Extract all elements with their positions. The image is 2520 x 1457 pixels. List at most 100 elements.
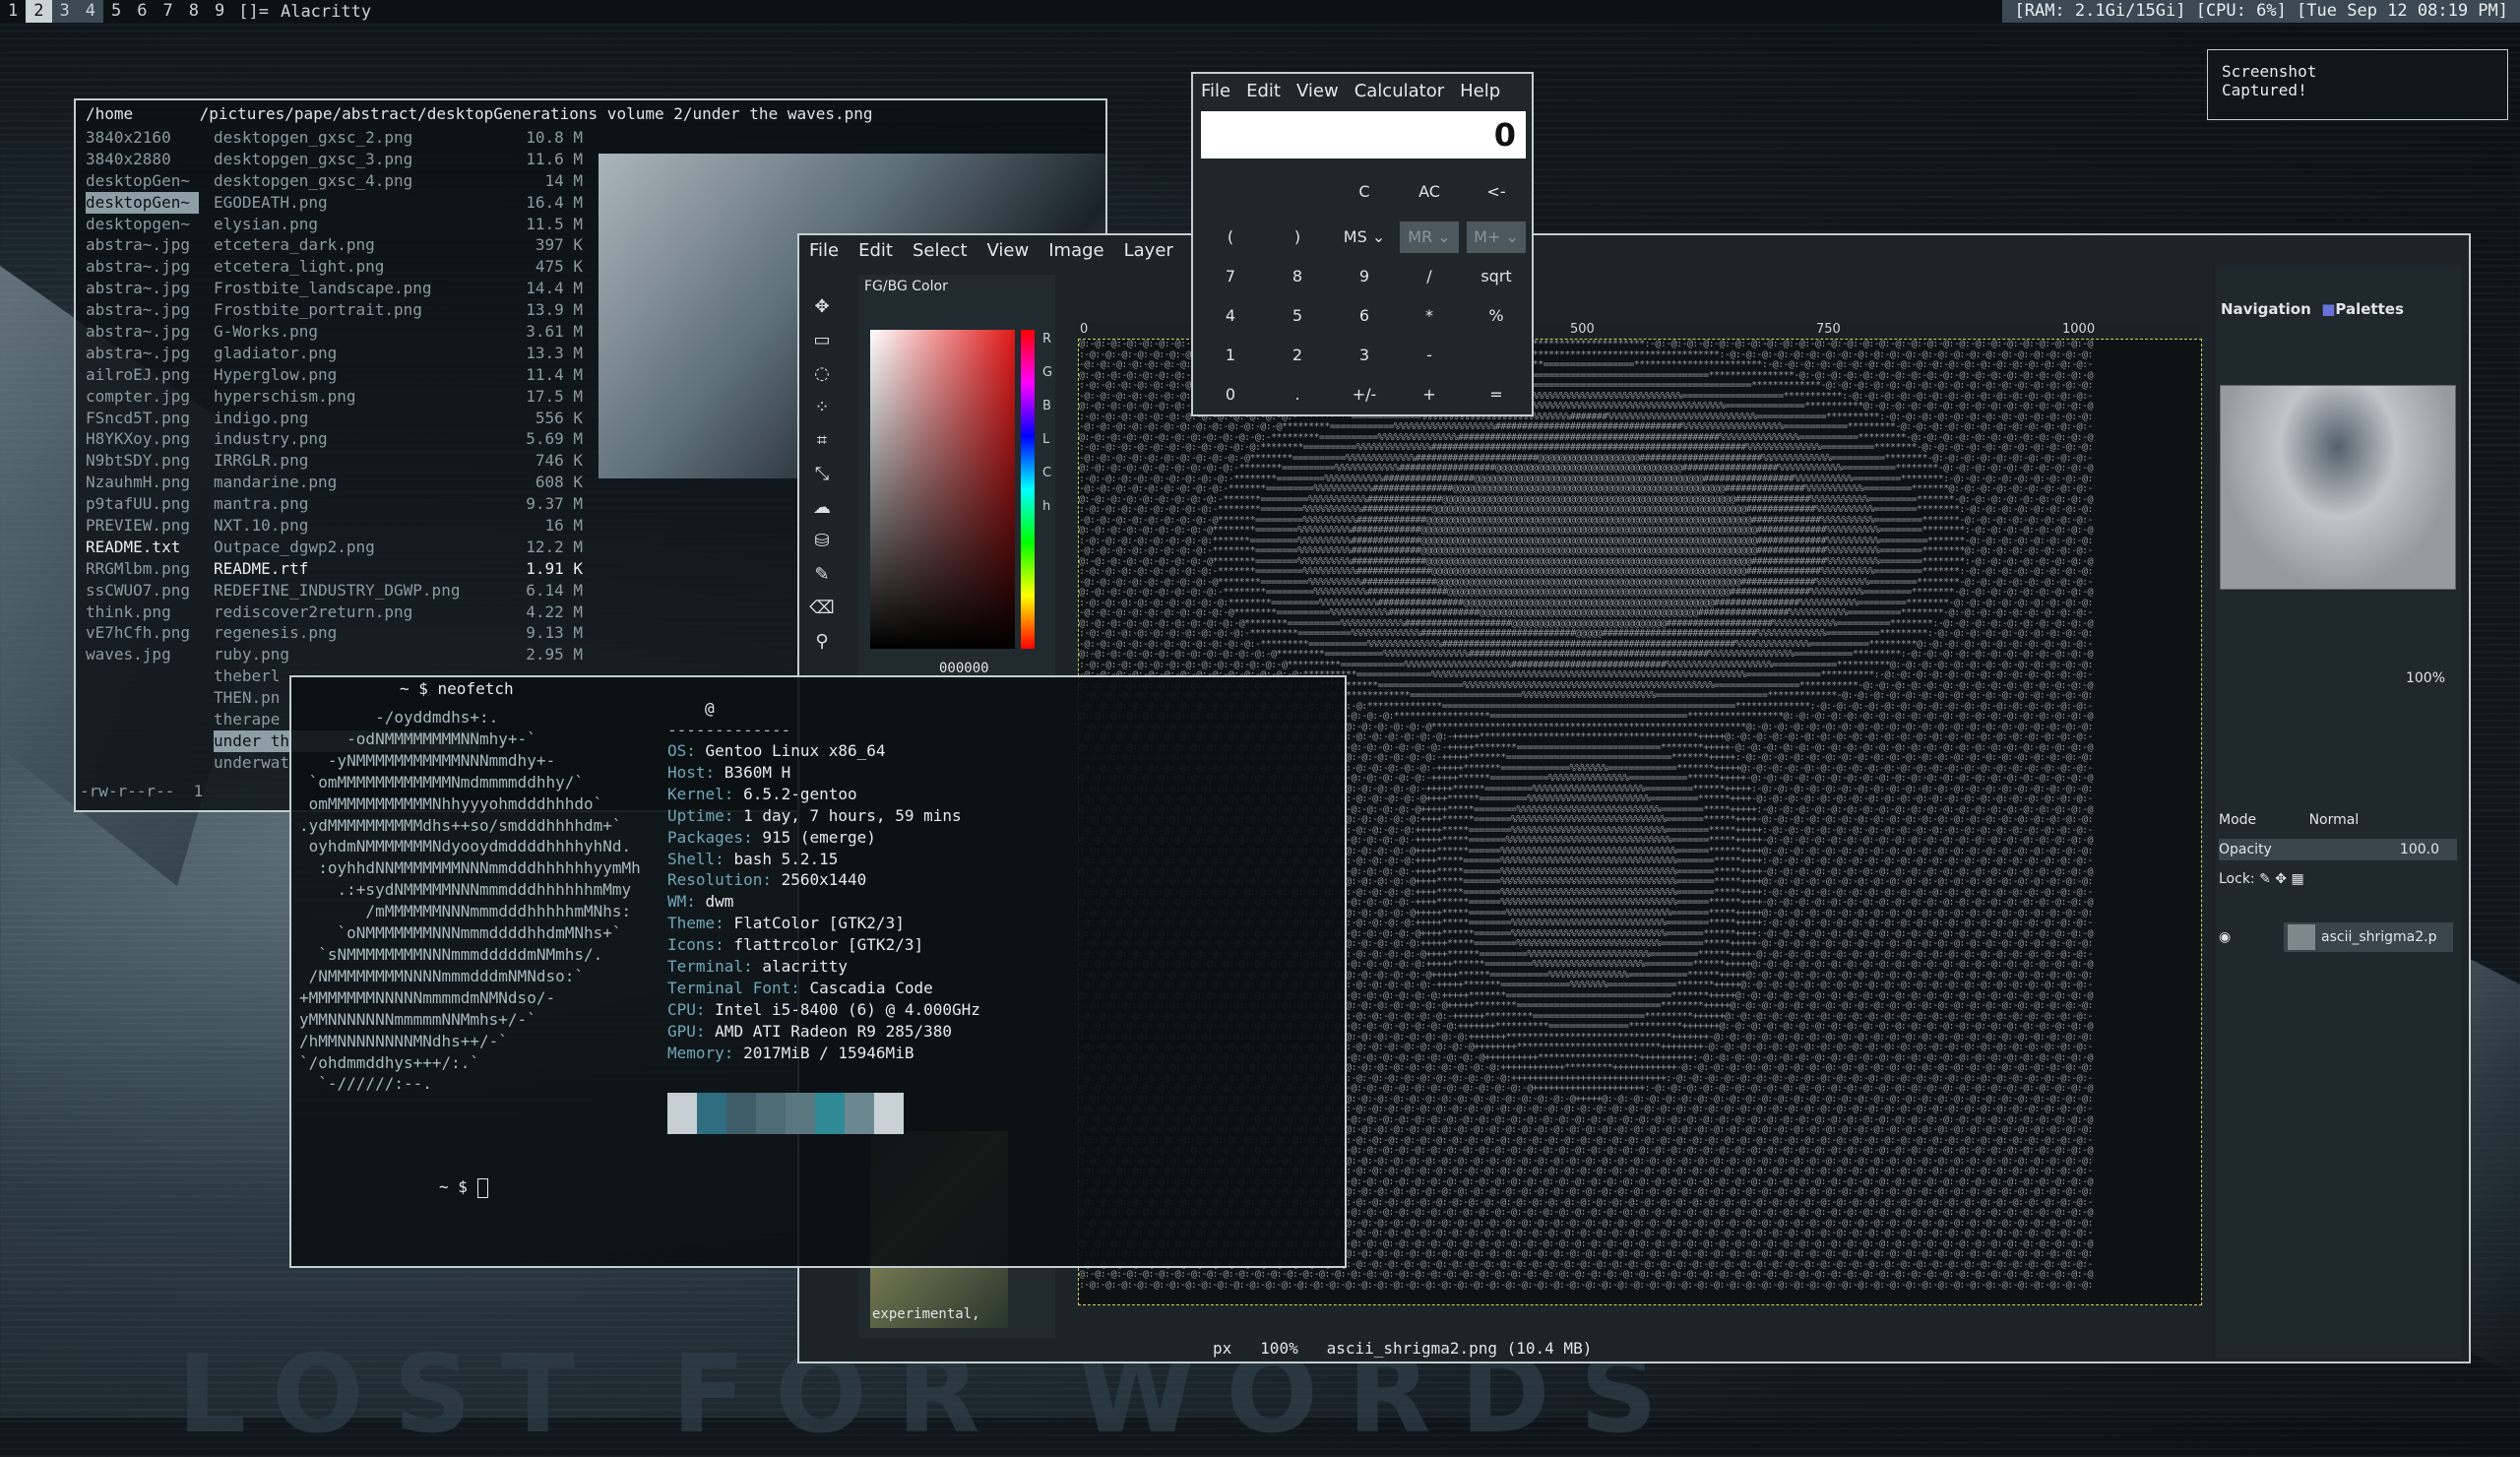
tag-8[interactable]: 8 xyxy=(181,0,207,23)
calc-button[interactable]: AC xyxy=(1400,176,1459,208)
warp-icon[interactable]: ☁ xyxy=(809,495,835,521)
tag-3[interactable]: 3 xyxy=(51,0,78,23)
calc-button[interactable]: 6 xyxy=(1335,300,1394,332)
terminal-window[interactable]: ~ $ neofetch @ ------------- -/oyddmdhs+… xyxy=(289,675,1347,1268)
file-name[interactable]: indigo.png xyxy=(214,408,479,429)
tag-5[interactable]: 5 xyxy=(103,0,129,23)
calculator-window[interactable]: File Edit View Calculator Help 0 C AC <- ()… xyxy=(1191,72,1534,416)
calc-button[interactable]: ) xyxy=(1268,222,1327,253)
file-name[interactable]: desktopgen_gxsc_3.png xyxy=(214,149,479,170)
calc-button[interactable]: 0 xyxy=(1201,379,1260,411)
opacity-slider[interactable]: Opacity 100.0 xyxy=(2219,839,2457,860)
list-item[interactable]: p9tafUU.png xyxy=(86,493,199,515)
list-item[interactable]: waves.jpg xyxy=(86,644,199,665)
tag-1[interactable]: 1 xyxy=(0,0,26,23)
crop-icon[interactable]: ⌗ xyxy=(809,428,835,454)
menu-edit[interactable]: Edit xyxy=(849,240,903,261)
navigation-preview[interactable] xyxy=(2220,385,2456,590)
calc-button[interactable]: MR ⌄ xyxy=(1400,222,1459,253)
channel-b[interactable]: B xyxy=(1042,399,1051,413)
calc-button[interactable]: 4 xyxy=(1201,300,1260,332)
calc-button[interactable]: 2 xyxy=(1268,340,1327,371)
file-name[interactable]: mantra.png xyxy=(214,493,479,515)
layout-symbol[interactable]: []= xyxy=(232,2,281,22)
calc-menu-view[interactable]: View xyxy=(1289,81,1347,101)
list-item[interactable]: H8YKXoy.png xyxy=(86,428,199,450)
file-name[interactable]: README.rtf xyxy=(214,558,479,580)
file-name[interactable]: etcetera_dark.png xyxy=(214,234,479,256)
calc-button[interactable]: 1 xyxy=(1201,340,1260,371)
file-name[interactable]: Frostbite_landscape.png xyxy=(214,278,479,299)
file-name[interactable]: IRRGLR.png xyxy=(214,450,479,472)
menu-layer[interactable]: Layer xyxy=(1114,240,1183,261)
transform-icon[interactable]: ⤡ xyxy=(809,462,835,487)
palettes-tab[interactable]: Palettes xyxy=(2335,300,2403,318)
calc-button[interactable]: +/- xyxy=(1335,379,1394,411)
tag-7[interactable]: 7 xyxy=(156,0,181,23)
list-item[interactable]: abstra~.jpg xyxy=(86,343,199,364)
eraser-icon[interactable]: ⌫ xyxy=(809,596,835,621)
hue-slider[interactable] xyxy=(1021,330,1035,649)
list-item[interactable]: 3840x2880 xyxy=(86,149,199,170)
calc-button[interactable]: 3 xyxy=(1335,340,1394,371)
clone-icon[interactable]: ⚲ xyxy=(809,629,835,655)
layer-row[interactable]: ascii_shrigma2.p xyxy=(2284,922,2453,952)
list-item[interactable]: compter.jpg xyxy=(86,386,199,408)
color-picker-area[interactable] xyxy=(870,330,1015,649)
menu-image[interactable]: Image xyxy=(1039,240,1113,261)
list-item[interactable]: vE7hCfh.png xyxy=(86,622,199,644)
calc-menu-file[interactable]: File xyxy=(1193,81,1238,101)
file-name[interactable]: hyperschism.png xyxy=(214,386,479,408)
calc-button[interactable]: 9 xyxy=(1335,261,1394,292)
file-name[interactable]: ruby.png xyxy=(214,644,479,665)
move-tool-icon[interactable]: ✥ xyxy=(809,294,835,320)
list-item[interactable]: abstra~.jpg xyxy=(86,234,199,256)
file-name[interactable]: desktopgen_gxsc_2.png xyxy=(214,127,479,149)
file-name[interactable]: etcetera_light.png xyxy=(214,256,479,278)
calc-button[interactable]: ( xyxy=(1201,222,1260,253)
calc-menu-help[interactable]: Help xyxy=(1452,81,1508,101)
menu-file[interactable]: File xyxy=(799,240,849,261)
file-name[interactable]: Outpace_dgwp2.png xyxy=(214,537,479,558)
file-name[interactable]: rediscover2return.png xyxy=(214,602,479,623)
file-name[interactable]: gladiator.png xyxy=(214,343,479,364)
file-name[interactable]: G-Works.png xyxy=(214,321,479,343)
list-item[interactable]: NzauhmH.png xyxy=(86,472,199,493)
list-item[interactable]: ssCWUO7.png xyxy=(86,580,199,602)
calc-button[interactable]: + xyxy=(1400,379,1459,411)
zoom-select[interactable]: 100% xyxy=(1260,1339,1298,1358)
calc-button[interactable]: 7 xyxy=(1201,261,1260,292)
fuzzy-select-icon[interactable]: ⁘ xyxy=(809,395,835,420)
file-name[interactable]: REDEFINE_INDUSTRY_DGWP.png xyxy=(214,580,479,602)
calc-button[interactable]: C xyxy=(1335,176,1394,208)
parent-dir-column[interactable]: 3840x2160 3840x2880 desktopGen~ desktopGen~… xyxy=(86,127,199,665)
pencil-icon[interactable]: ✎ xyxy=(809,562,835,588)
calc-menu-calculator[interactable]: Calculator xyxy=(1347,81,1452,101)
shell-prompt[interactable]: ~ $ xyxy=(439,1177,488,1198)
calc-button[interactable]: <- xyxy=(1467,176,1526,208)
rect-select-icon[interactable]: ▭ xyxy=(809,328,835,353)
calc-button[interactable]: / xyxy=(1400,261,1459,292)
mode-select[interactable]: Normal xyxy=(2309,812,2360,828)
list-item[interactable]: RRGMlbm.png xyxy=(86,558,199,580)
calc-button[interactable]: sqrt xyxy=(1467,261,1526,292)
tag-2[interactable]: 2 xyxy=(26,0,52,23)
tag-6[interactable]: 6 xyxy=(129,0,155,23)
menu-select[interactable]: Select xyxy=(903,240,977,261)
channel-r[interactable]: R xyxy=(1042,332,1051,347)
calc-button[interactable]: 8 xyxy=(1268,261,1327,292)
list-item[interactable]: desktopGen~ xyxy=(86,170,199,192)
channel-h[interactable]: h xyxy=(1042,499,1050,514)
calc-menu-edit[interactable]: Edit xyxy=(1238,81,1289,101)
file-name[interactable]: Frostbite_portrait.png xyxy=(214,299,479,321)
list-item[interactable]: abstra~.jpg xyxy=(86,299,199,321)
list-item[interactable]: FSncd5T.png xyxy=(86,408,199,429)
file-name[interactable]: regenesis.png xyxy=(214,622,479,644)
navigation-tab[interactable]: Navigation xyxy=(2221,300,2311,318)
calc-button[interactable]: - xyxy=(1400,340,1459,371)
menu-view[interactable]: View xyxy=(977,240,1040,261)
nav-zoom-value[interactable]: 100% xyxy=(2406,670,2445,686)
calc-button[interactable]: M+ ⌄ xyxy=(1467,222,1526,253)
list-item[interactable]: abstra~.jpg xyxy=(86,278,199,299)
calc-button[interactable]: = xyxy=(1467,379,1526,411)
